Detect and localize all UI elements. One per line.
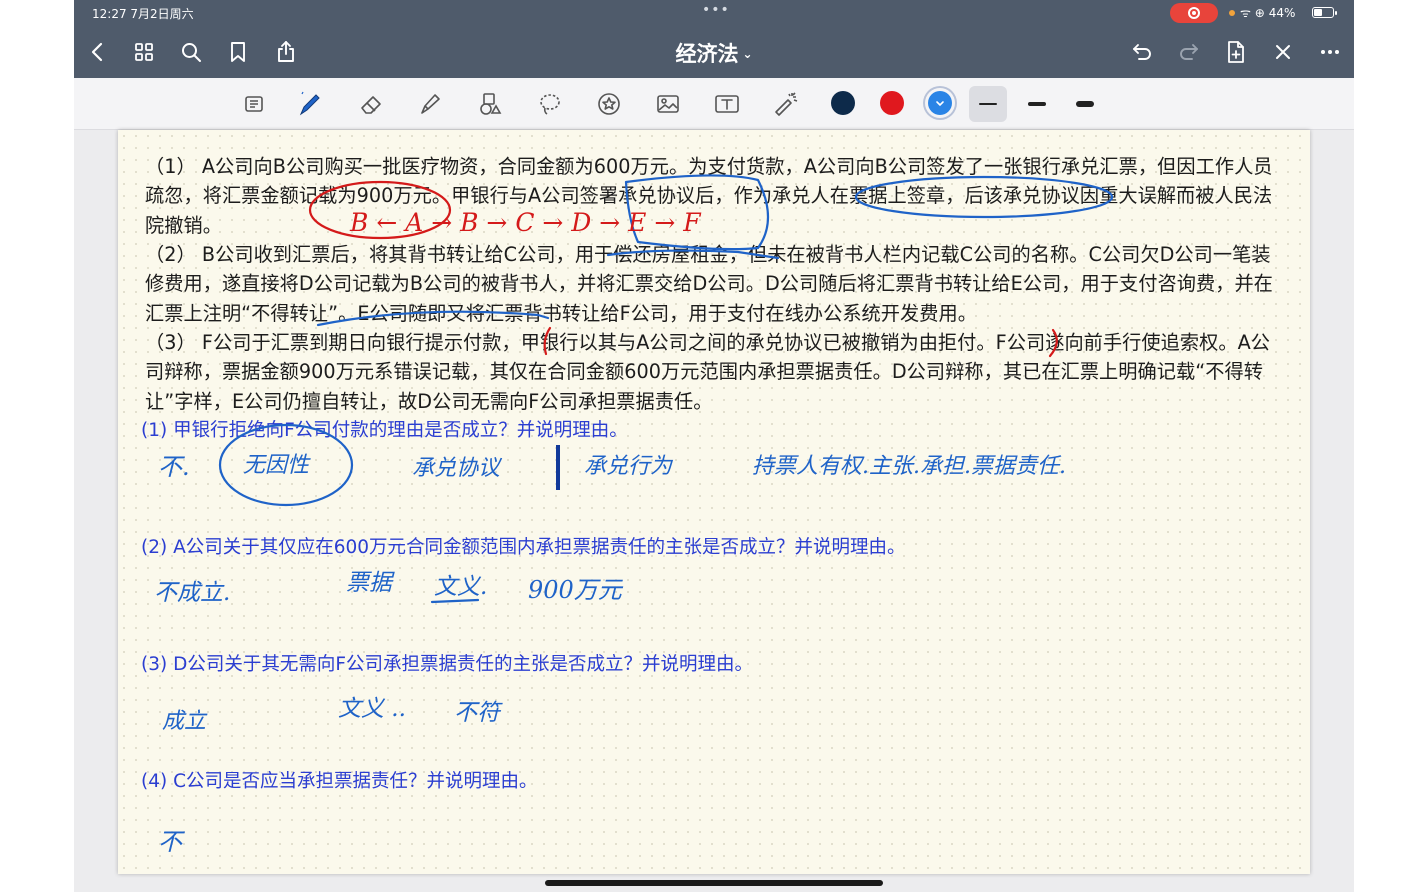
question-3: (3) D公司关于其无需向F公司承担票据责任的主张是否成立？并说明理由。 [141,654,753,675]
search-icon [182,43,201,62]
more-button[interactable] [1314,36,1346,68]
laser-pointer-tool[interactable] [768,86,804,122]
stroke-thin-sample [979,103,997,105]
ipad-screen: 12:27 7月2日周六 ••• ᯤ ⊕ 44% 经济法 ⌄ （1） A公司向B… [74,0,1354,892]
read-mode-button[interactable] [236,86,272,122]
question-1: (1) 甲银行拒绝向F公司付款的理由是否成立？并说明理由。 [141,420,628,441]
wifi-icon: ᯤ [1240,6,1251,20]
redo-icon [1180,44,1198,60]
case-paragraph-2: （2） B公司收到汇票后，将其背书转让给C公司，用于偿还房屋租金，但未在被背书人… [145,243,1273,325]
battery-icon [1312,7,1337,18]
undo-icon [1133,44,1151,60]
lock-rotation-icon: ⊕ [1254,6,1265,20]
share-button[interactable] [270,36,302,68]
case-paragraph-1: （1） A公司向B公司购买一批医疗物资，合同金额为600万元。为支付货款，A公司… [145,155,1273,237]
stroke-medium-button[interactable] [1018,86,1056,122]
battery-percent: 44% [1268,6,1296,20]
question-4: (4) C公司是否应当承担票据责任？并说明理由。 [141,771,538,792]
eraser-icon [361,96,381,114]
blue-underline-annotation [430,598,480,604]
bookmark-icon [231,42,245,62]
undo-button[interactable] [1126,36,1158,68]
stroke-thick-button[interactable] [1066,86,1104,122]
drawing-toolbar [74,78,1354,130]
eraser-tool[interactable] [354,86,390,122]
status-bar: 12:27 7月2日周六 ••• ᯤ ⊕ 44% [74,0,1354,26]
answer-1-b: 无因性 [243,453,311,478]
answer-2-b: 票据 [346,570,395,596]
shapes-tool[interactable] [472,86,508,122]
answer-1-a: 不. [158,453,190,481]
case-paragraph-3: （3） F公司于汇票到期日向银行提示付款，甲银行以其与A公司之间的承兑协议已被撤… [145,331,1270,413]
color-swatch-red[interactable] [880,91,904,115]
system-status: ᯤ ⊕ 44% [1240,4,1295,21]
read-mode-icon [245,96,263,112]
question-2: (2) A公司关于其仅应在600万元合同金额范围内承担票据责任的主张是否成立？并… [141,537,906,558]
home-indicator[interactable] [545,880,883,886]
more-icon [1321,50,1339,54]
answer-1-c: 承兑协议 [412,456,503,481]
pen-tool[interactable] [292,86,328,122]
add-page-icon [1228,41,1244,63]
image-tool[interactable] [650,86,686,122]
sticker-icon [598,93,620,115]
pen-icon [299,91,320,116]
color-swatch-blue[interactable] [928,91,952,115]
notebook-page[interactable]: （1） A公司向B公司购买一批医疗物资，合同金额为600万元。为支付货款，A公司… [118,130,1310,874]
stroke-thin-button[interactable] [969,86,1007,122]
answer-3-a: 成立 [162,709,208,734]
stroke-medium-sample [1028,102,1046,106]
screen-record-icon[interactable] [1170,3,1218,23]
chevron-down-icon [936,101,944,107]
laser-pointer-icon [775,92,798,116]
multitask-dots[interactable]: ••• [702,2,730,18]
sticker-tool[interactable] [591,86,627,122]
highlighter-tool[interactable] [412,86,448,122]
close-icon [1276,45,1290,59]
status-time: 12:27 7月2日周六 [92,7,194,21]
answer-4-a: 不 [158,828,185,856]
bookmark-button[interactable] [222,36,254,68]
answer-2-d: 900万元 [528,576,624,604]
answer-1-e: 持票人有权.主张.承担.票据责任. [752,454,1066,479]
stroke-thick-sample [1076,101,1094,107]
color-swatch-navy[interactable] [831,91,855,115]
answer-3-b: 文义 .. [338,696,406,722]
text-tool[interactable] [709,86,745,122]
redo-button[interactable] [1173,36,1205,68]
chevron-down-icon: ⌄ [742,47,753,61]
shapes-icon [480,93,502,115]
answer-1-d: 承兑行为 [584,454,674,479]
chevron-left-icon [91,42,103,62]
back-button[interactable] [82,36,114,68]
answer-2-c: 文义. [434,574,487,600]
lasso-icon [540,94,560,115]
text-icon [715,95,739,113]
mic-indicator-icon [1229,10,1235,16]
image-icon [657,95,679,113]
close-button[interactable] [1267,36,1299,68]
add-page-button[interactable] [1220,36,1252,68]
document-title-text: 经济法 [675,42,739,66]
search-button[interactable] [175,36,207,68]
share-icon [278,41,294,62]
highlighter-icon [421,94,440,114]
lasso-tool[interactable] [532,86,568,122]
thumbnails-button[interactable] [128,36,160,68]
answer-2-a: 不成立. [154,580,230,606]
document-title[interactable]: 经济法 ⌄ [614,38,814,68]
grid-icon [135,43,153,61]
nav-bar: 经济法 ⌄ [74,26,1354,78]
answer-3-c: 不符 [454,700,503,726]
